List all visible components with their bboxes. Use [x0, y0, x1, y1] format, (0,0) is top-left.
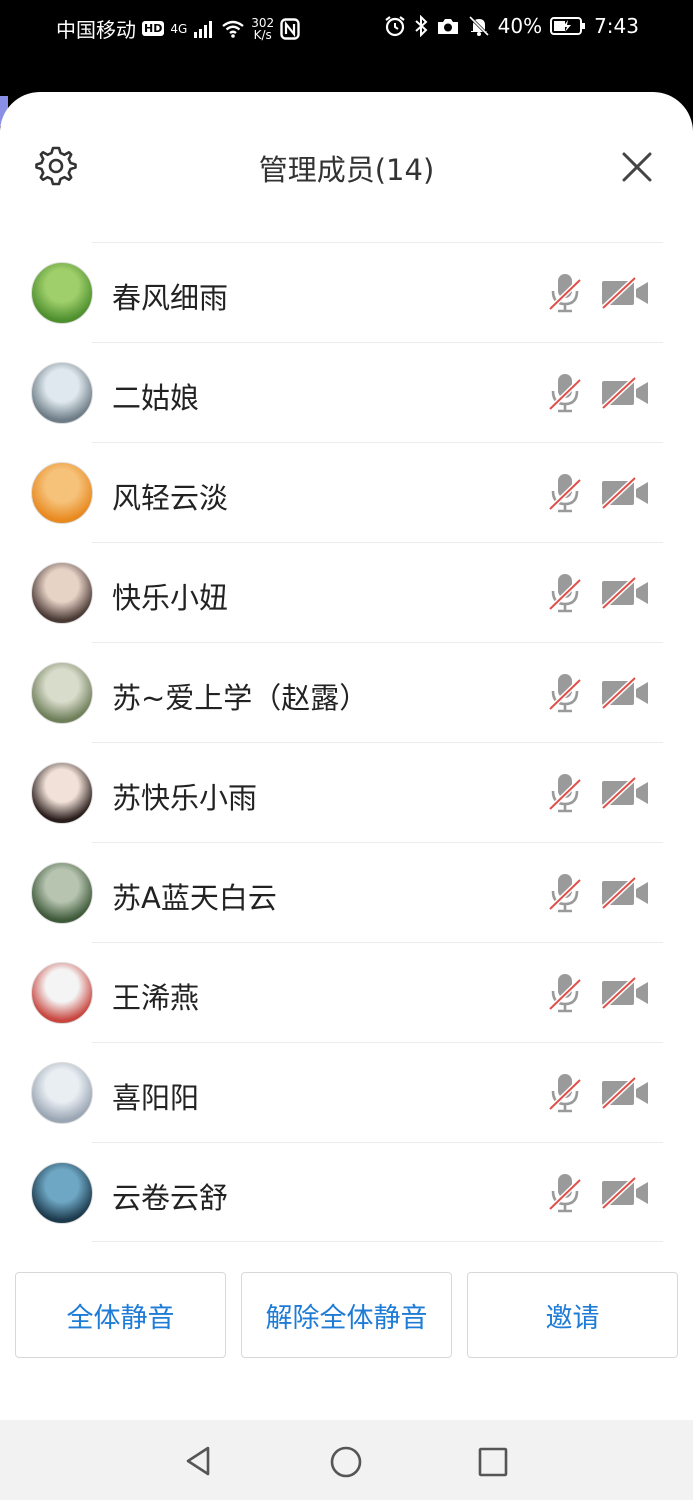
member-row[interactable]: 云卷云舒: [0, 1142, 693, 1242]
avatar: [31, 562, 93, 624]
member-row[interactable]: 快乐小妞: [0, 542, 693, 642]
network-type: 4G: [170, 21, 188, 36]
avatar: [31, 262, 93, 324]
sheet-header: 管理成员(14): [0, 92, 693, 242]
carrier-label: 中国移动: [56, 18, 136, 42]
member-row[interactable]: 苏A蓝天白云: [0, 842, 693, 942]
mute-bell-icon: [468, 15, 489, 37]
avatar: [31, 862, 93, 924]
camera-off-icon[interactable]: [600, 976, 650, 1010]
member-name: 二姑娘: [112, 381, 200, 415]
battery-percent: 40%: [497, 14, 543, 38]
member-name: 喜阳阳: [112, 1081, 200, 1115]
nfc-icon: [280, 17, 300, 40]
mic-muted-icon[interactable]: [547, 1072, 583, 1114]
member-name: 风轻云淡: [112, 481, 229, 515]
member-row[interactable]: 王浠燕: [0, 942, 693, 1042]
home-nav-icon[interactable]: [329, 1445, 363, 1479]
camera-off-icon[interactable]: [600, 376, 650, 410]
mic-muted-icon[interactable]: [547, 672, 583, 714]
net-speed: 302 K/s: [251, 17, 274, 41]
unmute-all-button[interactable]: 解除全体静音: [241, 1272, 452, 1358]
avatar: [31, 362, 93, 424]
battery-icon: [550, 17, 586, 35]
member-row[interactable]: 喜阳阳: [0, 1042, 693, 1142]
member-name: 快乐小妞: [112, 581, 229, 615]
status-left: 中国移动 HD 4G 302 K/s: [56, 14, 300, 43]
member-name: 王浠燕: [112, 981, 200, 1015]
mic-muted-icon[interactable]: [547, 972, 583, 1014]
member-row[interactable]: 二姑娘: [0, 342, 693, 442]
member-row[interactable]: 苏快乐小雨: [0, 742, 693, 842]
camera-off-icon[interactable]: [600, 476, 650, 510]
signal-icon: [194, 20, 213, 38]
clock: 7:43: [594, 14, 639, 38]
close-icon[interactable]: [618, 148, 656, 186]
mute-all-button[interactable]: 全体静音: [15, 1272, 226, 1358]
camera-off-icon[interactable]: [600, 676, 650, 710]
member-row[interactable]: 苏~爱上学（赵露）: [0, 642, 693, 742]
camera-off-icon[interactable]: [600, 876, 650, 910]
manage-members-sheet: 管理成员(14) 春风细雨 二姑娘 风轻云淡 快乐小妞 苏~爱上学（赵露） 苏快…: [0, 92, 693, 1420]
wifi-icon: [222, 20, 245, 38]
hd-badge: HD: [142, 21, 165, 36]
member-name: 苏A蓝天白云: [112, 881, 277, 915]
net-speed-unit: K/s: [253, 27, 272, 42]
avatar: [31, 762, 93, 824]
camera-off-icon[interactable]: [600, 776, 650, 810]
camera-icon: [437, 19, 458, 34]
bluetooth-icon: [414, 15, 428, 37]
camera-off-icon[interactable]: [600, 276, 650, 310]
member-row[interactable]: 春风细雨: [0, 242, 693, 342]
member-name: 春风细雨: [112, 281, 229, 315]
member-name: 云卷云舒: [112, 1181, 229, 1215]
mic-muted-icon[interactable]: [547, 872, 583, 914]
net-speed-value: 302: [251, 15, 275, 30]
mic-muted-icon[interactable]: [547, 1172, 583, 1214]
avatar: [31, 662, 93, 724]
status-bar: 中国移动 HD 4G 302 K/s 40% 7:43: [0, 0, 693, 56]
camera-off-icon[interactable]: [600, 1176, 650, 1210]
mic-muted-icon[interactable]: [547, 372, 583, 414]
back-nav-icon[interactable]: [182, 1444, 216, 1478]
mic-muted-icon[interactable]: [547, 472, 583, 514]
system-nav-bar: [0, 1420, 693, 1500]
member-name: 苏~爱上学（赵露）: [112, 681, 369, 715]
camera-off-icon[interactable]: [600, 576, 650, 610]
mic-muted-icon[interactable]: [547, 772, 583, 814]
member-name: 苏快乐小雨: [112, 781, 258, 815]
alarm-icon: [384, 16, 405, 37]
avatar: [31, 462, 93, 524]
avatar: [31, 962, 93, 1024]
mic-muted-icon[interactable]: [547, 572, 583, 614]
member-list: 春风细雨 二姑娘 风轻云淡 快乐小妞 苏~爱上学（赵露） 苏快乐小雨 苏A蓝天白…: [0, 242, 693, 1242]
status-right: 40% 7:43: [384, 14, 639, 38]
camera-off-icon[interactable]: [600, 1076, 650, 1110]
invite-button[interactable]: 邀请: [467, 1272, 678, 1358]
recents-nav-icon[interactable]: [477, 1446, 509, 1478]
avatar: [31, 1062, 93, 1124]
avatar: [31, 1162, 93, 1224]
page-title: 管理成员(14): [258, 153, 435, 187]
member-row[interactable]: 风轻云淡: [0, 442, 693, 542]
action-buttons: 全体静音 解除全体静音 邀请: [0, 1272, 693, 1358]
mic-muted-icon[interactable]: [547, 272, 583, 314]
